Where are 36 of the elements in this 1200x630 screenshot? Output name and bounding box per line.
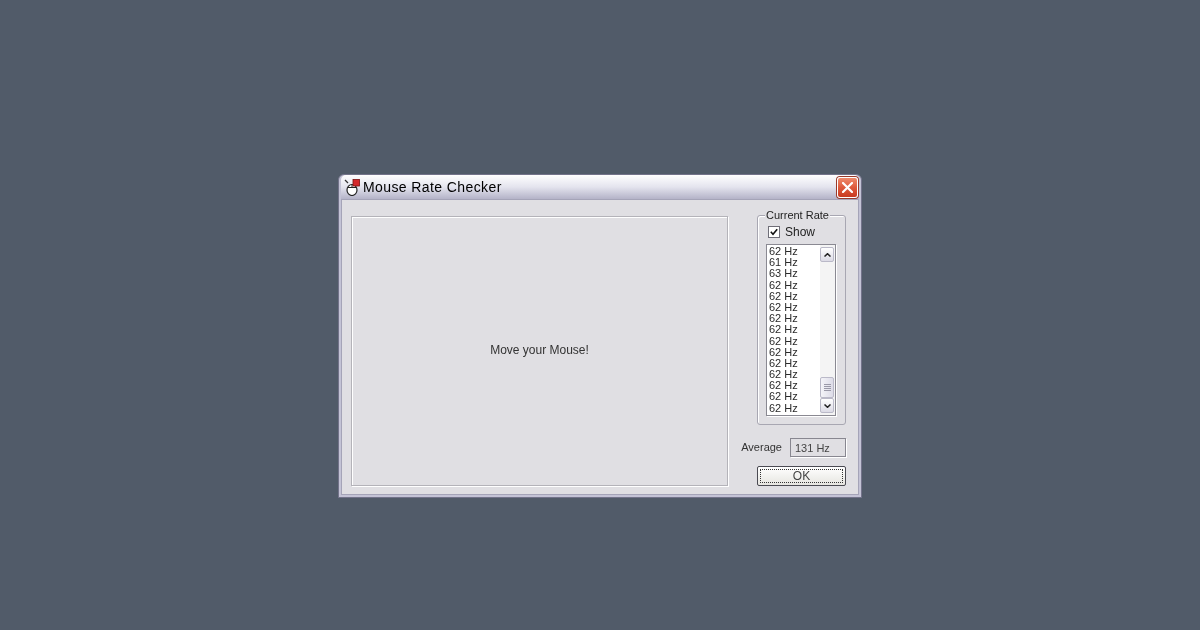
scroll-thumb[interactable] bbox=[820, 377, 834, 398]
average-field[interactable]: 131 Hz bbox=[790, 438, 846, 457]
ok-button[interactable]: OK bbox=[757, 466, 846, 486]
chevron-down-icon bbox=[823, 403, 831, 408]
checkbox[interactable] bbox=[768, 226, 780, 238]
close-button[interactable] bbox=[837, 176, 858, 198]
rate-list[interactable]: 62 Hz 61 Hz 63 Hz 62 Hz 62 Hz 62 Hz 62 Hz 62 Hz 62 Hz 62 Hz 62 Hz 62 Hz 62 Hz 62 Hz 62 Hz bbox=[766, 244, 836, 416]
rate-list-item[interactable]: 62 Hz bbox=[769, 279, 798, 291]
scroll-down-button[interactable] bbox=[820, 398, 834, 413]
window-title: Mouse Rate Checker bbox=[363, 179, 502, 195]
rate-list-item[interactable]: 62 Hz bbox=[769, 301, 798, 314]
scroll-up-button[interactable] bbox=[820, 247, 834, 262]
rate-list-item[interactable]: 62 Hz bbox=[769, 313, 798, 325]
mouse-icon bbox=[344, 178, 360, 196]
rate-list-item[interactable]: 63 Hz bbox=[769, 268, 798, 280]
scrollbar[interactable] bbox=[820, 245, 835, 415]
rate-list-item[interactable]: 62 Hz bbox=[769, 380, 798, 392]
group-title: Current Rate bbox=[765, 209, 830, 222]
rate-list-item[interactable]: 62 Hz bbox=[769, 346, 798, 358]
rate-list-item[interactable]: 62 Hz bbox=[769, 391, 798, 403]
rate-list-item[interactable]: 62 Hz bbox=[769, 324, 798, 336]
rate-list-item[interactable]: 62 Hz bbox=[769, 335, 798, 347]
grip-icon bbox=[823, 384, 831, 391]
mouse-test-area[interactable]: Move your Mouse! bbox=[351, 216, 728, 486]
instruction-text: Move your Mouse! bbox=[490, 343, 589, 357]
rate-list-item[interactable]: 62 Hz bbox=[769, 246, 798, 258]
rate-list-item[interactable]: 62 Hz bbox=[769, 290, 798, 302]
rate-list-item[interactable]: 62 Hz bbox=[769, 357, 798, 370]
checkbox-label[interactable]: Show bbox=[785, 225, 816, 239]
rate-list-item[interactable]: 62 Hz bbox=[769, 369, 798, 381]
close-icon bbox=[842, 181, 853, 193]
rate-list-item[interactable]: 61 Hz bbox=[769, 257, 798, 269]
check-icon bbox=[770, 228, 778, 236]
chevron-up-icon bbox=[823, 252, 831, 257]
rate-list-item[interactable]: 62 Hz bbox=[769, 402, 798, 414]
average-label: Average bbox=[741, 441, 782, 454]
